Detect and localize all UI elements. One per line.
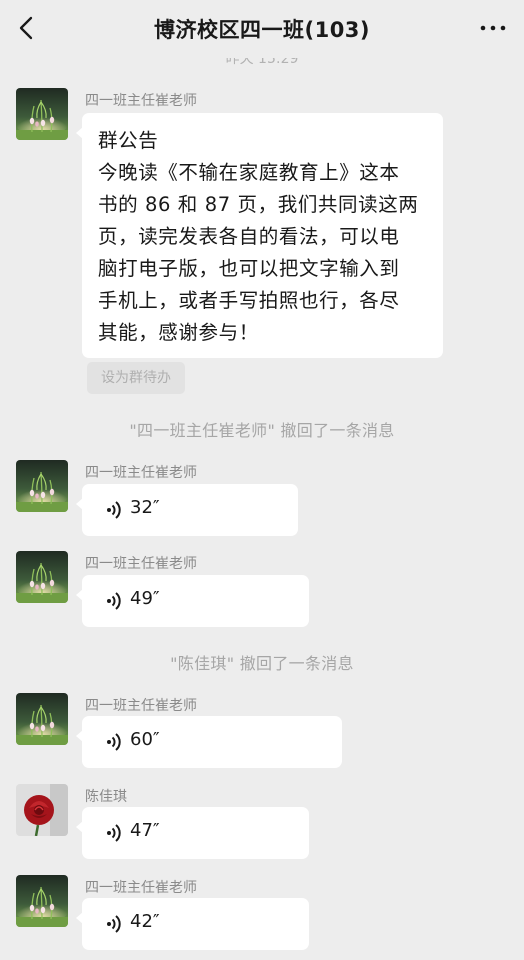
voice-duration: 49″ <box>130 588 160 609</box>
chat-title: 博济校区四一班(103) <box>153 18 371 42</box>
voice-wave-icon <box>107 733 121 751</box>
voice-wave-icon <box>107 501 121 519</box>
sender-name: 四一班主任崔老师 <box>85 556 197 572</box>
voice-wave-icon <box>107 915 121 933</box>
avatar[interactable] <box>16 460 68 512</box>
notice-line: 其能，感谢参与！ <box>98 321 259 344</box>
sender-name: 四一班主任崔老师 <box>85 880 197 896</box>
voice-duration: 60″ <box>130 729 160 750</box>
sender-name: 陈佳琪 <box>85 789 127 805</box>
top-nav-bar: 博济校区四一班(103) <box>0 0 524 58</box>
notice-line: 今晚读《不输在家庭教育上》这本 <box>98 161 400 184</box>
voice-wave-icon <box>107 592 121 610</box>
message-bubble[interactable]: 群公告 今晚读《不输在家庭教育上》这本 书的 86 和 87 页，我们共同读这两… <box>76 113 443 358</box>
recall-notice: "四一班主任崔老师" 撤回了一条消息 <box>129 421 395 440</box>
voice-duration: 32″ <box>130 497 160 518</box>
notice-line: 手机上，或者手写拍照也行，各尽 <box>98 289 400 312</box>
notice-line: 书的 86 和 87 页，我们共同读这两 <box>98 193 419 216</box>
notice-line: 群公告 <box>98 129 159 152</box>
flower-plant-avatar <box>16 693 68 745</box>
avatar[interactable] <box>16 88 68 140</box>
avatar[interactable] <box>16 875 68 927</box>
voice-message-bubble[interactable]: 49″ <box>76 575 309 627</box>
avatar[interactable] <box>16 551 68 603</box>
more-dots-icon[interactable] <box>478 18 508 38</box>
flower-plant-avatar <box>16 88 68 140</box>
sender-name: 四一班主任崔老师 <box>85 93 197 109</box>
flower-plant-avatar <box>16 551 68 603</box>
voice-wave-icon <box>107 824 121 842</box>
notice-line: 脑打电子版，也可以把文字输入到 <box>98 257 400 280</box>
flower-plant-avatar <box>16 875 68 927</box>
avatar[interactable] <box>16 784 68 836</box>
avatar[interactable] <box>16 693 68 745</box>
sender-name: 四一班主任崔老师 <box>85 698 197 714</box>
voice-message-bubble[interactable]: 47″ <box>76 807 309 859</box>
notice-line: 页，读完发表各自的看法，可以电 <box>98 225 400 248</box>
voice-duration: 42″ <box>130 911 160 932</box>
voice-message-bubble[interactable]: 42″ <box>76 898 309 950</box>
recall-notice: "陈佳琪" 撤回了一条消息 <box>170 654 354 673</box>
sender-name: 四一班主任崔老师 <box>85 465 197 481</box>
voice-message-bubble[interactable]: 32″ <box>76 484 298 536</box>
voice-message-bubble[interactable]: 60″ <box>76 716 342 768</box>
red-rose-avatar <box>16 784 68 836</box>
set-group-todo-button[interactable]: 设为群待办 <box>87 362 185 394</box>
voice-duration: 47″ <box>130 820 160 841</box>
flower-plant-avatar <box>16 460 68 512</box>
